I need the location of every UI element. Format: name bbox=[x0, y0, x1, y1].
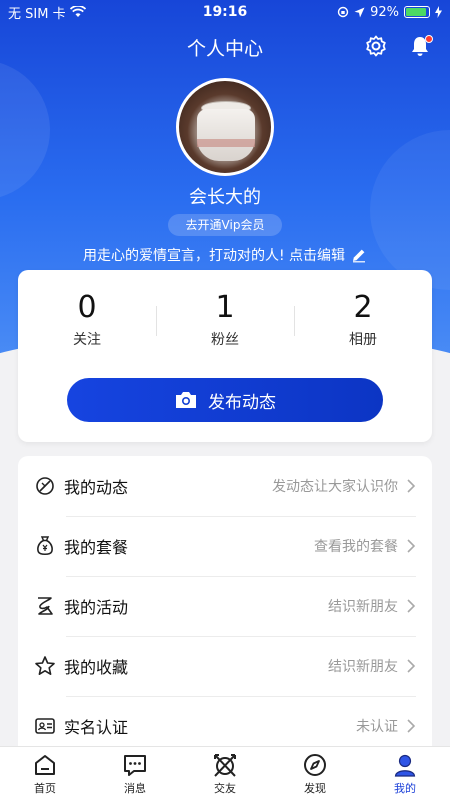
battery-icon bbox=[404, 6, 430, 18]
tab-label: 我的 bbox=[394, 781, 416, 795]
stat-value: 1 bbox=[215, 290, 235, 325]
avatar[interactable] bbox=[176, 78, 274, 176]
menu-hint: 未认证 bbox=[356, 719, 398, 735]
id-card-icon bbox=[35, 718, 55, 734]
dynamic-icon bbox=[36, 477, 54, 495]
chevron-right-icon bbox=[407, 599, 416, 613]
chevron-right-icon bbox=[407, 719, 416, 733]
camera-icon bbox=[176, 392, 196, 408]
gear-icon[interactable] bbox=[364, 34, 388, 58]
chevron-right-icon bbox=[407, 659, 416, 673]
vip-button[interactable]: 去开通Vip会员 bbox=[168, 214, 282, 236]
carrier-label: 无 SIM 卡 bbox=[8, 6, 66, 22]
menu-item-my-activities[interactable]: 我的活动 结识新朋友 bbox=[18, 576, 432, 636]
menu-hint: 发动态让大家认识你 bbox=[272, 479, 398, 495]
tab-label: 首页 bbox=[34, 781, 56, 795]
avatar-photo-detail bbox=[197, 109, 255, 161]
stat-label: 相册 bbox=[349, 332, 377, 348]
menu-label: 我的动态 bbox=[64, 478, 129, 497]
publish-post-button[interactable]: 发布动态 bbox=[67, 378, 383, 422]
wifi-icon bbox=[69, 6, 86, 17]
chevron-right-icon bbox=[407, 539, 416, 553]
menu-label: 实名认证 bbox=[64, 718, 129, 737]
status-time: 19:16 bbox=[202, 4, 248, 20]
stat-fans[interactable]: 1 粉丝 bbox=[156, 290, 294, 349]
tab-label: 消息 bbox=[124, 781, 146, 795]
compass-icon bbox=[304, 753, 326, 776]
location-icon bbox=[354, 7, 365, 17]
star-icon bbox=[35, 656, 55, 675]
menu-item-my-package[interactable]: 我的套餐 查看我的套餐 bbox=[18, 516, 432, 576]
menu-hint: 结识新朋友 bbox=[328, 599, 398, 615]
money-bag-icon bbox=[37, 536, 53, 556]
avatar-photo-detail bbox=[197, 139, 255, 147]
pencil-icon bbox=[353, 249, 366, 263]
stat-album[interactable]: 2 相册 bbox=[294, 290, 432, 349]
username: 会长大的 bbox=[189, 187, 261, 208]
tab-home[interactable]: 首页 bbox=[0, 747, 90, 800]
motto-edit[interactable]: 用走心的爱情宣言，打动对的人! 点击编辑 bbox=[0, 245, 450, 265]
menu-hint: 查看我的套餐 bbox=[314, 539, 398, 555]
stat-label: 粉丝 bbox=[211, 332, 239, 348]
menu-hint: 结识新朋友 bbox=[328, 659, 398, 675]
tab-bar: 首页 消息 交友 发现 我的 bbox=[0, 746, 450, 800]
friends-icon bbox=[214, 753, 236, 777]
decor-circle bbox=[0, 60, 50, 200]
menu-label: 我的套餐 bbox=[64, 538, 129, 557]
notification-dot bbox=[425, 35, 433, 43]
stat-value: 2 bbox=[353, 290, 373, 325]
tab-label: 交友 bbox=[214, 781, 236, 795]
menu-item-my-posts[interactable]: 我的动态 发动态让大家认识你 bbox=[18, 456, 432, 516]
menu-item-my-favorites[interactable]: 我的收藏 结识新朋友 bbox=[18, 636, 432, 696]
menu-list: 我的动态 发动态让大家认识你 我的套餐 查看我的套餐 我的活动 结识新朋友 我的… bbox=[18, 456, 432, 756]
notification-button[interactable] bbox=[408, 34, 433, 58]
tab-label: 发现 bbox=[304, 781, 326, 795]
tab-messages[interactable]: 消息 bbox=[90, 747, 180, 800]
stat-value: 0 bbox=[77, 290, 97, 325]
motto-text: 用走心的爱情宣言，打动对的人! 点击编辑 bbox=[82, 248, 346, 264]
status-bar: 无 SIM 卡 19:16 92% bbox=[0, 0, 450, 24]
activity-icon bbox=[38, 597, 53, 615]
stat-label: 关注 bbox=[73, 332, 101, 348]
menu-label: 我的活动 bbox=[64, 598, 129, 617]
tab-friends[interactable]: 交友 bbox=[180, 747, 270, 800]
chevron-right-icon bbox=[407, 479, 416, 493]
orientation-lock-icon bbox=[337, 6, 349, 18]
battery-percent: 92% bbox=[370, 4, 399, 20]
decor-circle bbox=[370, 130, 450, 290]
menu-label: 我的收藏 bbox=[64, 658, 129, 677]
publish-button-label: 发布动态 bbox=[208, 392, 276, 413]
tab-mine[interactable]: 我的 bbox=[360, 747, 450, 800]
stat-following[interactable]: 0 关注 bbox=[18, 290, 156, 349]
user-icon bbox=[394, 754, 416, 777]
charging-icon bbox=[435, 6, 442, 18]
battery-level bbox=[406, 8, 427, 16]
home-icon bbox=[35, 754, 55, 775]
tab-discover[interactable]: 发现 bbox=[270, 747, 360, 800]
message-icon bbox=[124, 754, 146, 776]
stats-card: 0 关注 1 粉丝 2 相册 发布动态 bbox=[18, 270, 432, 442]
